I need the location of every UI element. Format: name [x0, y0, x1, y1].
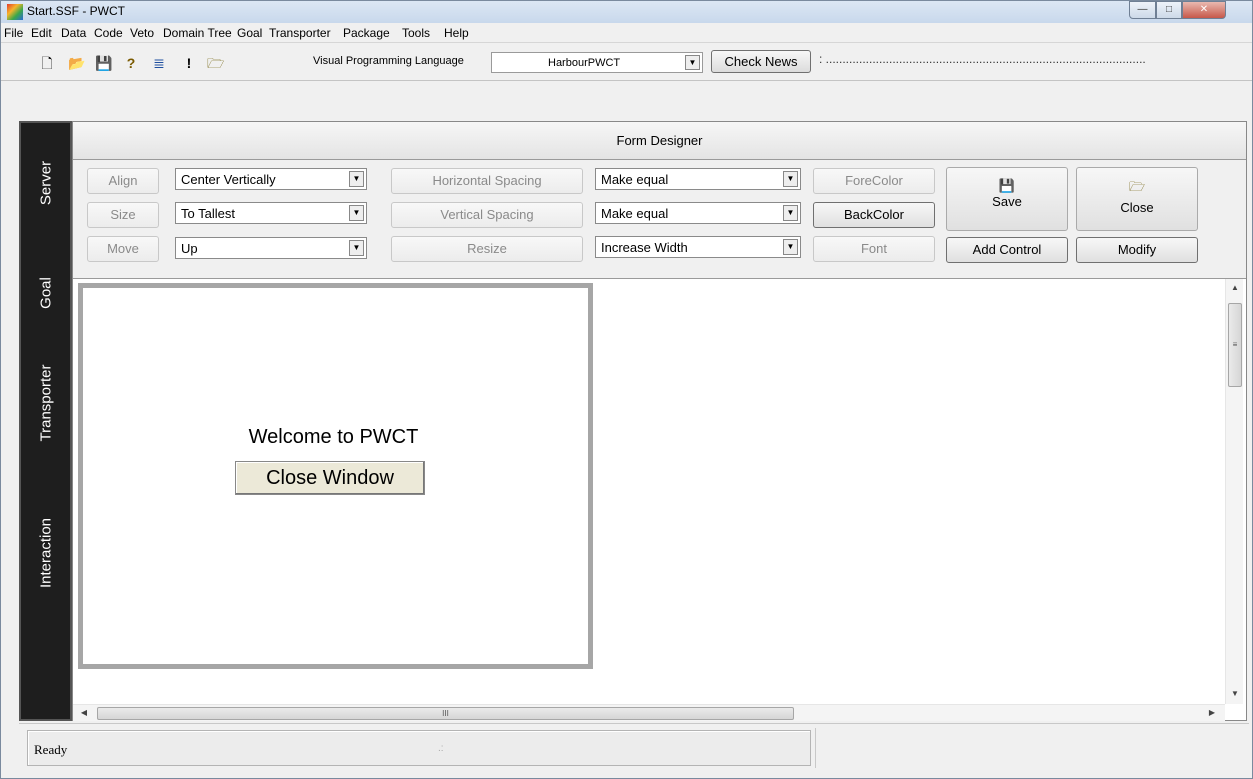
save-disk-icon: 💾	[998, 178, 1016, 193]
align-button[interactable]: Align	[87, 168, 159, 194]
menu-veto[interactable]: Veto	[130, 26, 154, 40]
close-button[interactable]: 🗁 Close	[1076, 167, 1198, 231]
sidebar-tab-server[interactable]: Server	[21, 123, 70, 243]
window-title: Start.SSF - PWCT	[27, 4, 126, 18]
add-control-button[interactable]: Add Control	[946, 237, 1068, 263]
title-bar[interactable]: Start.SSF - PWCT — □ ✕	[1, 1, 1252, 23]
vpl-select[interactable]: HarbourPWCT ▼	[491, 52, 703, 73]
menu-transporter[interactable]: Transporter	[269, 26, 331, 40]
move-button[interactable]: Move	[87, 236, 159, 262]
menu-file[interactable]: File	[4, 26, 23, 40]
vpl-select-value: HarbourPWCT	[548, 57, 621, 69]
vertical-spacing-value: Make equal	[601, 206, 669, 221]
news-text: : ......................................…	[819, 52, 1146, 66]
size-select[interactable]: To Tallest ▼	[175, 202, 367, 224]
exclamation-icon[interactable]: !	[181, 55, 197, 71]
menu-data[interactable]: Data	[61, 26, 86, 40]
help-question-icon[interactable]: ?	[123, 55, 139, 71]
minimize-button[interactable]: —	[1129, 1, 1156, 19]
vertical-scrollbar[interactable]: ▲ ≡ ▼	[1225, 279, 1243, 704]
status-bar: Ready .:	[19, 723, 1249, 771]
document-icon[interactable]: ≣	[151, 55, 167, 71]
scroll-right-icon[interactable]: ▶	[1205, 708, 1219, 717]
chevron-down-icon[interactable]: ▼	[349, 171, 364, 187]
horizontal-spacing-value: Make equal	[601, 172, 669, 187]
app-window: Start.SSF - PWCT — □ ✕ File Edit Data Co…	[0, 0, 1253, 779]
scroll-down-icon[interactable]: ▼	[1228, 689, 1242, 698]
vertical-spacing-button[interactable]: Vertical Spacing	[391, 202, 583, 228]
modify-button[interactable]: Modify	[1076, 237, 1198, 263]
menu-domain-tree[interactable]: Domain Tree	[163, 26, 232, 40]
size-select-value: To Tallest	[181, 206, 235, 221]
sidebar-tab-label: Goal	[37, 277, 54, 309]
preview-form[interactable]: Welcome to PWCT Close Window	[78, 283, 593, 669]
chevron-down-icon[interactable]: ▼	[783, 239, 798, 255]
folder-up-icon: 🗁	[1128, 179, 1146, 194]
form-designer-title: Form Designer	[73, 122, 1246, 160]
sidebar-tab-label: Server	[37, 160, 54, 206]
resize-grip-icon: .:	[438, 743, 444, 754]
chevron-down-icon[interactable]: ▼	[783, 171, 798, 187]
menu-help[interactable]: Help	[444, 26, 469, 40]
new-file-icon[interactable]: 🗋	[39, 55, 55, 71]
scroll-up-icon[interactable]: ▲	[1228, 283, 1242, 292]
menu-goal[interactable]: Goal	[237, 26, 262, 40]
chevron-down-icon[interactable]: ▼	[349, 205, 364, 221]
vertical-scroll-thumb[interactable]: ≡	[1228, 303, 1242, 387]
close-window-button[interactable]: ✕	[1182, 1, 1226, 19]
horizontal-spacing-button[interactable]: Horizontal Spacing	[391, 168, 583, 194]
resize-select-value: Increase Width	[601, 240, 688, 255]
chevron-down-icon[interactable]: ▼	[783, 205, 798, 221]
save-disk-icon[interactable]: 💾	[95, 55, 112, 71]
horizontal-scrollbar[interactable]: ◀ III ▶	[73, 704, 1225, 721]
size-button[interactable]: Size	[87, 202, 159, 228]
move-select-value: Up	[181, 241, 198, 256]
status-pane: Ready .:	[27, 730, 811, 766]
align-select[interactable]: Center Vertically ▼	[175, 168, 367, 190]
menu-tools[interactable]: Tools	[402, 26, 430, 40]
menu-edit[interactable]: Edit	[31, 26, 52, 40]
close-window-preview-button[interactable]: Close Window	[235, 461, 425, 495]
forecolor-button[interactable]: ForeColor	[813, 168, 935, 194]
status-divider	[815, 728, 816, 768]
chevron-down-icon[interactable]: ▼	[685, 55, 700, 70]
scroll-left-icon[interactable]: ◀	[77, 708, 91, 717]
open-folder-icon[interactable]: 📂	[68, 55, 85, 71]
toolbar: 🗋 📂 💾 ? ≣ ! 🗁 Visual Programming Languag…	[1, 43, 1252, 81]
pwct-app-icon	[7, 4, 23, 20]
vpl-label: Visual Programming Language	[313, 55, 464, 67]
resize-button[interactable]: Resize	[391, 236, 583, 262]
menu-code[interactable]: Code	[94, 26, 123, 40]
sidebar-tab-label: Interaction	[37, 517, 54, 589]
save-button[interactable]: 💾 Save	[946, 167, 1068, 231]
resize-select[interactable]: Increase Width ▼	[595, 236, 801, 258]
vertical-spacing-select[interactable]: Make equal ▼	[595, 202, 801, 224]
chevron-down-icon[interactable]: ▼	[349, 240, 364, 256]
move-select[interactable]: Up ▼	[175, 237, 367, 259]
sidebar-tab-interaction[interactable]: Interaction	[21, 463, 70, 643]
sidebar: Server Goal Transporter Interaction	[19, 121, 72, 721]
status-text: Ready	[34, 742, 68, 757]
font-button[interactable]: Font	[813, 236, 935, 262]
menu-bar: File Edit Data Code Veto Domain Tree Goa…	[1, 23, 1252, 43]
backcolor-button[interactable]: BackColor	[813, 202, 935, 228]
maximize-button[interactable]: □	[1156, 1, 1182, 19]
horizontal-spacing-select[interactable]: Make equal ▼	[595, 168, 801, 190]
save-button-label: Save	[992, 194, 1022, 209]
close-button-label: Close	[1120, 200, 1154, 215]
horizontal-scroll-thumb[interactable]: III	[97, 707, 794, 720]
welcome-label[interactable]: Welcome to PWCT	[81, 426, 586, 449]
sidebar-tab-label: Transporter	[37, 364, 54, 442]
sidebar-tab-transporter[interactable]: Transporter	[21, 323, 70, 483]
align-select-value: Center Vertically	[181, 172, 276, 187]
menu-package[interactable]: Package	[343, 26, 390, 40]
folder-up-icon[interactable]: 🗁	[207, 55, 224, 71]
design-canvas[interactable]: Welcome to PWCT Close Window ▲ ≡ ▼ ◀ III…	[73, 278, 1246, 721]
check-news-button[interactable]: Check News	[711, 50, 811, 73]
form-designer-panel: Form Designer Align Size Move Center Ver…	[72, 121, 1247, 721]
